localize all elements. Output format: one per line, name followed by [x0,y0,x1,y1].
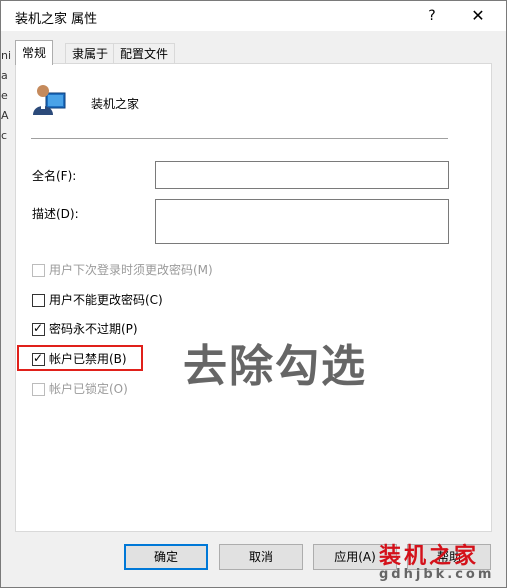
description-field[interactable] [155,199,449,244]
fragment-text: e [1,89,8,102]
fragment-text: A [1,109,9,122]
checkbox-box[interactable] [32,294,45,307]
fragment-text: c [1,129,8,142]
annotation-highlight-box [17,345,143,371]
watermark-logo: 装机之家 [379,544,480,569]
checkmark-icon: ✓ [33,321,44,335]
close-icon[interactable]: ✕ [461,4,495,28]
annotation-overlay-text: 去除勾选 [183,341,367,392]
tab-profile[interactable]: 配置文件 [113,43,176,64]
window-title: 装机之家 属性 [15,12,98,27]
fullname-field[interactable] [155,161,449,189]
description-label: 描述(D): [32,207,79,221]
checkbox-box[interactable] [32,264,45,277]
separator [31,138,448,139]
watermark-url: gdhjbk.com [379,567,495,582]
user-name: 装机之家 [91,97,140,111]
ok-button[interactable]: 确定 [124,544,208,570]
properties-dialog: 装机之家 属性 ? ✕ ni a e A c 常规 隶属于 配置文件 装机之家 … [0,0,507,588]
checkbox-box[interactable] [32,383,45,396]
fragment-text: ni [1,49,12,62]
fullname-label: 全名(F): [32,169,77,183]
checkbox-label: 帐户已锁定(O) [49,382,128,396]
checkbox-label: 用户不能更改密码(C) [49,293,163,307]
background-window-fragment: ni a e A c [1,46,12,146]
help-icon[interactable]: ? [419,4,445,28]
tab-general[interactable]: 常规 [15,40,54,65]
tab-member-of[interactable]: 隶属于 [65,43,116,64]
fragment-text: a [1,69,8,82]
user-icon [33,85,66,115]
checkbox-label: 密码永不过期(P) [49,322,138,336]
title-bar: 装机之家 属性 ? ✕ [1,1,506,31]
checkbox-box[interactable]: ✓ [32,321,45,336]
cancel-button[interactable]: 取消 [219,544,303,570]
checkbox-label: 用户下次登录时须更改密码(M) [49,263,213,277]
